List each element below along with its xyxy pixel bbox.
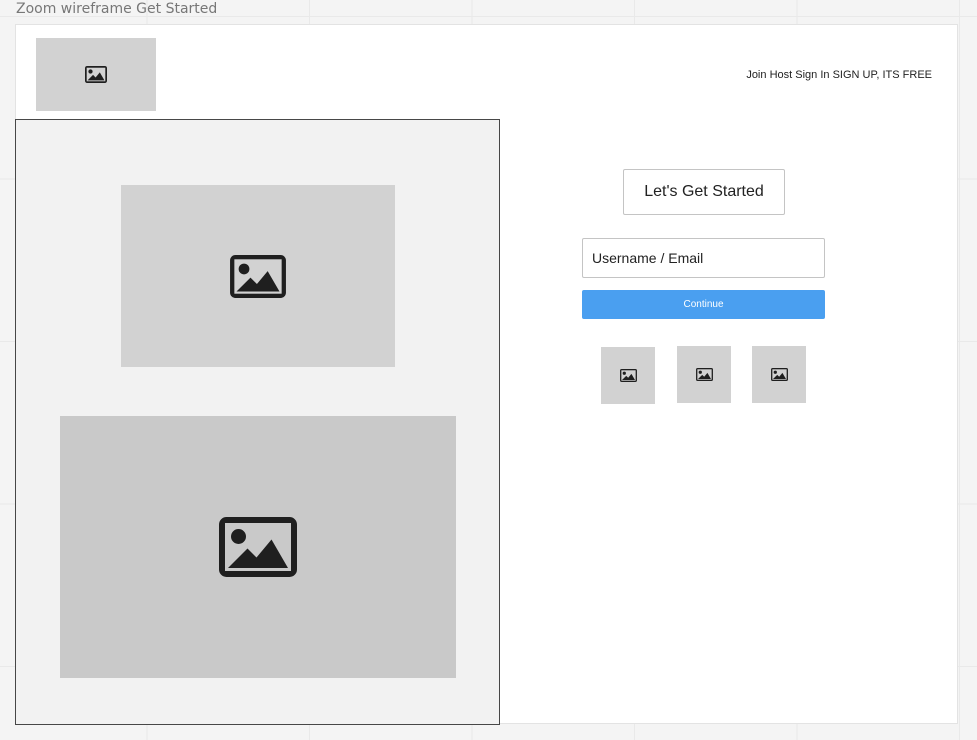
image-icon (619, 369, 637, 382)
top-nav: Join Host Sign In SIGN UP, ITS FREE (746, 68, 932, 82)
image-icon (695, 368, 713, 381)
logo-placeholder[interactable] (36, 38, 156, 111)
social-login-button-3[interactable] (752, 346, 806, 403)
wireframe-page: Join Host Sign In SIGN UP, ITS FREE Let'… (15, 24, 958, 725)
social-login-button-2[interactable] (677, 346, 731, 403)
hero-image-placeholder (121, 185, 395, 367)
nav-join-link[interactable]: Join (746, 69, 766, 81)
image-icon (230, 254, 286, 298)
left-panel (15, 119, 500, 725)
nav-sign-in-link[interactable]: Sign In (795, 69, 829, 81)
nav-sign-up-link[interactable]: SIGN UP, ITS FREE (833, 69, 932, 81)
image-icon (85, 66, 107, 83)
feature-image-placeholder (60, 416, 456, 678)
get-started-heading: Let's Get Started (623, 169, 785, 215)
social-login-button-1[interactable] (601, 347, 655, 404)
nav-host-link[interactable]: Host (770, 69, 793, 81)
frame-title: Zoom wireframe Get Started (16, 1, 218, 17)
username-email-input[interactable] (582, 238, 825, 278)
image-icon (770, 368, 788, 381)
continue-button[interactable]: Continue (582, 290, 825, 319)
image-icon (219, 517, 297, 577)
